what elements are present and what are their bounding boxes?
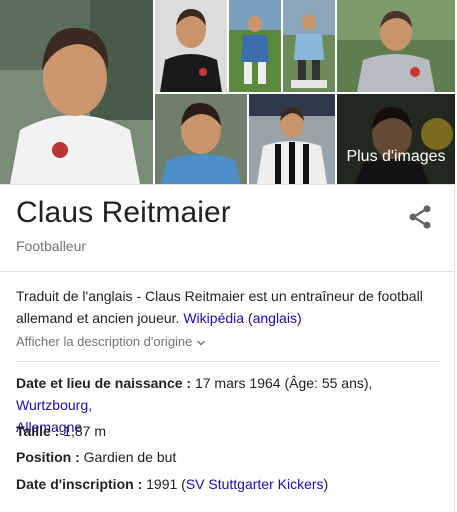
entity-title: Claus Reitmaier [16, 196, 231, 229]
more-images-overlay [337, 94, 455, 184]
show-original-label: Afficher la description d'origine [16, 334, 193, 349]
more-images-tile[interactable]: Plus d'images [337, 94, 455, 184]
fact-height-value: 1,87 m [63, 423, 107, 439]
share-icon[interactable] [406, 203, 434, 231]
knowledge-panel: Plus d'images Claus Reitmaier Footballeu… [0, 0, 455, 512]
fact-signup: Date d'inscription : 1991 (SV Stuttgarte… [16, 473, 441, 495]
image-divider [0, 184, 455, 185]
show-original-toggle[interactable]: Afficher la description d'origine [16, 334, 206, 349]
fact-birth-value: 17 mars 1964 (Âge: 55 ans), [194, 375, 373, 391]
wikipedia-link[interactable]: Wikipédia (anglais) [183, 310, 301, 326]
description-divider [16, 361, 440, 362]
fact-signup-label: Date d'inscription : [16, 476, 143, 492]
main-photo[interactable] [0, 0, 153, 184]
photo-5[interactable] [337, 0, 455, 92]
fact-position-label: Position : [16, 449, 80, 465]
description: Traduit de l'anglais - Claus Reitmaier e… [16, 285, 436, 329]
fact-signup-value: 1991 ( [146, 476, 186, 492]
photo-3[interactable] [229, 0, 281, 92]
fact-signup-suffix: ) [323, 476, 329, 492]
fact-height: Taille : 1,87 m [16, 420, 441, 442]
fact-position-value: Gardien de but [83, 449, 177, 465]
photo-6[interactable] [155, 94, 247, 184]
header-divider [0, 271, 455, 272]
club-link[interactable]: SV Stuttgarter Kickers [186, 476, 324, 492]
fact-position: Position : Gardien de but [16, 446, 441, 468]
photo-4[interactable] [283, 0, 335, 92]
photo-7[interactable] [249, 94, 335, 184]
more-images-label[interactable]: Plus d'images [337, 148, 455, 166]
chevron-down-icon [197, 340, 206, 346]
birthplace-link[interactable]: Wurtzbourg, [16, 397, 92, 413]
photo-2[interactable] [155, 0, 227, 92]
fact-birth-label: Date et lieu de naissance : [16, 375, 192, 391]
entity-subtitle: Footballeur [16, 238, 87, 254]
fact-height-label: Taille : [16, 423, 60, 439]
